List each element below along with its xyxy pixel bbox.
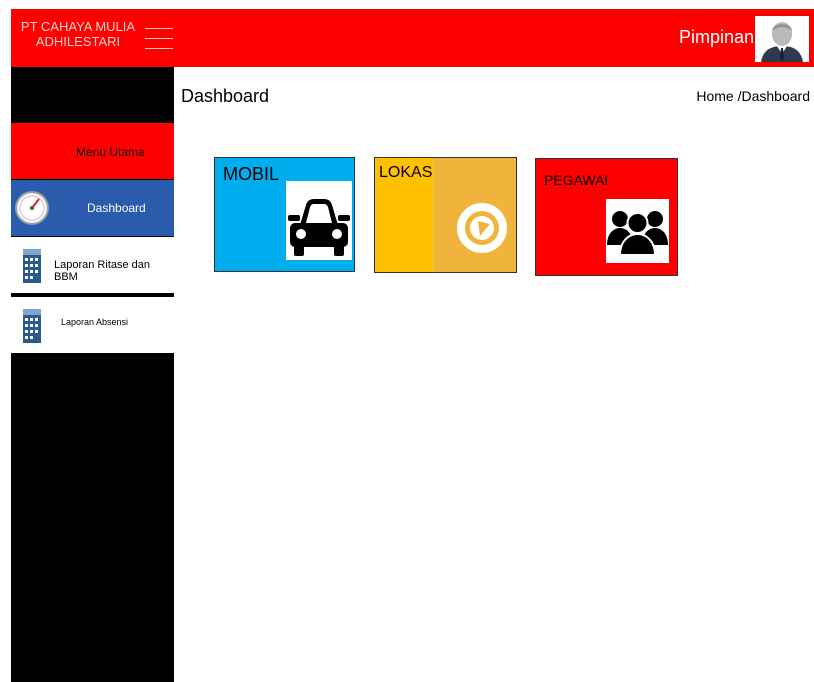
- users-icon: [606, 199, 669, 263]
- calendar-icon: [23, 309, 41, 343]
- calendar-icon: [23, 249, 41, 283]
- card-mobil[interactable]: MOBIL: [214, 157, 355, 272]
- card-lokasi[interactable]: LOKASI: [374, 157, 517, 273]
- page-title: Dashboard: [181, 86, 270, 106]
- sidebar-item-laporan-absensi[interactable]: Laporan Absensi: [11, 297, 174, 353]
- user-avatar-icon: [761, 22, 803, 62]
- sidebar-item-label: Laporan Ritase dan BBM: [54, 259, 151, 283]
- location-icon: [433, 158, 516, 272]
- brand-name[interactable]: PT CAHAYA MULIA ADHILESTARI: [19, 19, 137, 49]
- card-label: LOKASI: [379, 164, 437, 181]
- sidebar: Menu Utama Dashboard Laporan Ritase dan …: [11, 67, 174, 682]
- menu-title: Menu Utama: [76, 145, 145, 159]
- sidebar-item-label: Dashboard: [87, 201, 146, 215]
- menu-toggle-icon[interactable]: [145, 27, 173, 51]
- breadcrumb[interactable]: Home /Dashboard: [696, 88, 810, 104]
- card-label: MOBIL: [223, 164, 280, 184]
- sidebar-item-dashboard[interactable]: Dashboard: [11, 180, 174, 236]
- gauge-icon: [15, 191, 49, 225]
- card-pegawai[interactable]: PEGAWAI: [535, 158, 678, 276]
- sidebar-menu-header: Menu Utama: [11, 123, 174, 179]
- sidebar-item-label: Laporan Absensi: [61, 317, 129, 327]
- brand-line-1: PT CAHAYA MULIA: [20, 19, 136, 34]
- top-bar: PT CAHAYA MULIA ADHILESTARI Pimpinan: [11, 9, 814, 67]
- brand-line-2: ADHILESTARI: [35, 34, 121, 49]
- car-icon: [286, 181, 352, 260]
- card-label: PEGAWAI: [544, 172, 609, 188]
- sidebar-item-laporan-ritase[interactable]: Laporan Ritase dan BBM: [11, 237, 174, 293]
- user-role-label[interactable]: Pimpinan: [679, 27, 754, 48]
- avatar[interactable]: [755, 16, 809, 62]
